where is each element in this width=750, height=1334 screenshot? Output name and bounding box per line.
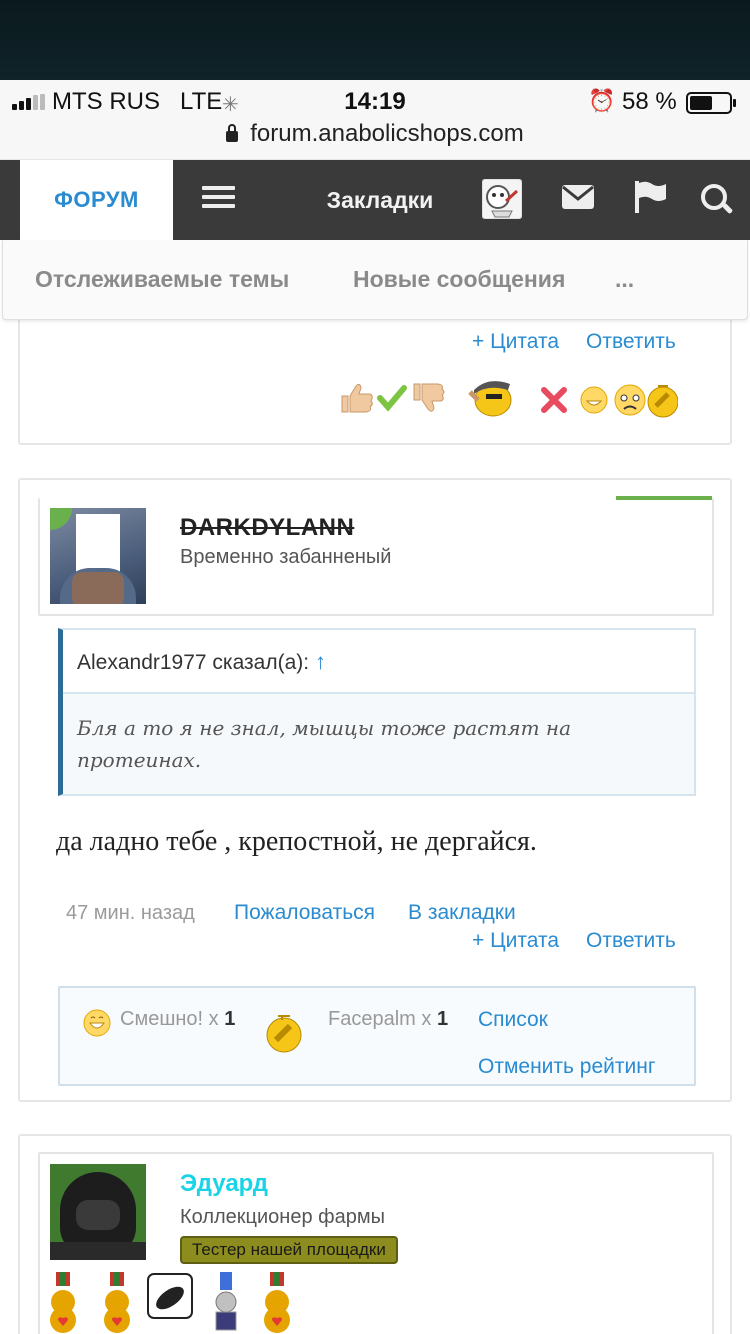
lock-icon: [226, 124, 239, 142]
ratings-summary: Смешно! x 1 Facepalm x 1 Список Отменить…: [58, 986, 696, 1086]
reply-link[interactable]: Ответить: [586, 929, 676, 953]
facepalm-smiley-icon: [647, 385, 678, 418]
post-card-next: Эдуард Коллекционер фармы Тестер нашей п…: [18, 1134, 732, 1334]
thread-content: + Цитата Ответить DARKDYLANN Временно за…: [0, 300, 750, 1334]
avatar-gorilla-shoulders: [50, 1242, 146, 1260]
teddy-bear-medal-icon: [104, 1272, 130, 1333]
post-card-previous: + Цитата Ответить: [18, 300, 732, 445]
url-bar[interactable]: forum.anabolicshops.com: [0, 120, 750, 148]
teddy-bear-medal-icon: [50, 1272, 76, 1333]
facepalm-smiley-icon: [266, 1015, 302, 1053]
user-badge: Тестер нашей площадки: [180, 1236, 398, 1264]
quote-block: Alexandr1977 сказал(а): ↑ Бля а то я не …: [58, 628, 696, 796]
user-title: Коллекционер фармы: [180, 1206, 385, 1228]
dislike-icon: [413, 383, 445, 412]
flag-icon[interactable]: [634, 181, 668, 213]
avatar[interactable]: [50, 1164, 146, 1260]
subnav-watched-threads[interactable]: Отслеживаемые темы: [35, 240, 289, 318]
user-ribbon: [616, 496, 712, 500]
post-text: да ладно тебе , крепостной, не дергайся.: [56, 826, 537, 857]
agree-check-icon: [377, 385, 407, 412]
user-avatar-icon[interactable]: [482, 179, 522, 219]
user-title: Временно забанненый: [180, 546, 392, 568]
url-text: forum.anabolicshops.com: [250, 120, 524, 147]
tab-bookmarks[interactable]: Закладки: [300, 160, 460, 240]
status-bar: MTS RUS LTE ✳ 14:19 ⏰ 58 % forum.anaboli…: [0, 80, 750, 160]
message-user-info: DARKDYLANN Временно забанненый: [38, 496, 714, 616]
sad-smiley-icon: [614, 384, 646, 416]
subnav-new-posts[interactable]: Новые сообщения: [353, 240, 565, 318]
rating-label-facepalm: Facepalm x 1: [328, 1008, 449, 1030]
disagree-x-icon: [541, 387, 567, 413]
battery-icon: [686, 92, 736, 114]
subnav-more[interactable]: ...: [615, 240, 634, 318]
quote-link[interactable]: + Цитата: [472, 929, 559, 953]
post-time[interactable]: 47 мин. назад: [66, 902, 195, 925]
report-link[interactable]: Пожаловаться: [234, 901, 375, 925]
teddy-bear-medal-icon: [264, 1272, 290, 1333]
quote-text: Бля а то я не знал, мышцы тоже растят на…: [63, 694, 694, 794]
quote-author: Alexandr1977 сказал(а):: [77, 651, 310, 674]
funny-smiley-icon: [83, 1009, 111, 1037]
subnav: Отслеживаемые темы Новые сообщения ...: [2, 240, 748, 320]
alarm-icon: ⏰: [588, 88, 616, 113]
like-icon: [341, 383, 373, 413]
military-medal-icon: [215, 1272, 237, 1331]
battery-percent: 58 %: [622, 88, 677, 115]
pills-award-icon: [147, 1273, 193, 1319]
post-card: DARKDYLANN Временно забанненый Alexandr1…: [18, 478, 732, 1102]
rating-icons-row: [341, 381, 678, 418]
username[interactable]: DARKDYLANN: [180, 514, 354, 542]
avatar-blur-patch: [76, 514, 120, 572]
bookmark-link[interactable]: В закладки: [408, 901, 516, 925]
quote-header: Alexandr1977 сказал(а): ↑: [63, 630, 694, 694]
quote-source-arrow-icon[interactable]: ↑: [315, 649, 326, 674]
ratings-list-link[interactable]: Список: [478, 1008, 548, 1032]
menu-icon[interactable]: [202, 186, 235, 208]
message-user-info: Эдуард Коллекционер фармы Тестер нашей п…: [38, 1152, 714, 1334]
reply-link[interactable]: Ответить: [586, 330, 676, 354]
tab-forum[interactable]: ФОРУМ: [20, 160, 173, 240]
salute-smiley-icon: [468, 381, 512, 417]
avatar-gorilla-face: [76, 1200, 120, 1230]
browser-top-bar: [0, 0, 750, 80]
funny-smiley-icon: [580, 386, 608, 414]
mail-icon[interactable]: [561, 184, 595, 210]
avatar-chest: [72, 572, 124, 604]
username[interactable]: Эдуард: [180, 1170, 268, 1198]
quote-link[interactable]: + Цитата: [472, 330, 559, 354]
cancel-rating-link[interactable]: Отменить рейтинг: [478, 1055, 656, 1079]
rating-label-funny: Смешно! x 1: [120, 1008, 236, 1030]
user-awards-row: [50, 1272, 290, 1333]
